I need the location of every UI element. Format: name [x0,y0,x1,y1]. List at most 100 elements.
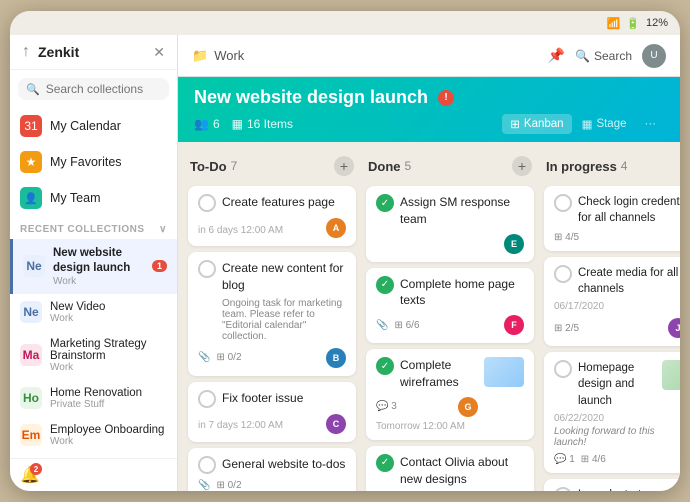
team-icon: 👤 [20,187,42,209]
sidebar-item-my-team[interactable]: 👤 My Team [10,180,177,216]
done-add-button[interactable]: + [512,156,532,176]
attach-icon: 📎 [198,352,210,363]
card-thumbnail [662,360,680,390]
sidebar-item-employee[interactable]: Em Employee Onboarding Work [10,417,177,454]
close-icon[interactable]: ✕ [153,44,165,61]
done-check: ✓ [376,194,394,212]
column-done-header: Done 5 + [366,152,534,180]
progress-tag: ⊞ 0/2 [216,480,241,491]
card-avatar: A [326,218,346,238]
bell-badge: 2 [30,463,42,475]
project-title-row: New website design launch ! [194,87,664,108]
card-meta: 06/17/2020 [554,301,680,312]
tab-kanban[interactable]: ⊞ Kanban [502,114,571,134]
card-title: Fix footer issue [222,390,303,407]
card-avatar: C [326,414,346,434]
sidebar-item-sublabel: Work [53,276,144,287]
em-icon: Em [20,424,42,446]
kanban-icon: ⊞ [510,117,520,131]
todo-add-button[interactable]: + [334,156,354,176]
column-done: Done 5 + ✓ Assign SM response team E [366,152,534,481]
card-website-todos[interactable]: General website to-dos 📎 ⊞ 0/2 [188,448,356,491]
sidebar-item-home-reno[interactable]: Ho Home Renovation Private Stuff [10,380,177,417]
progress-tag: ⊞ 0/2 [216,352,241,363]
card-contact-olivia[interactable]: ✓ Contact Olivia about new designs H [366,446,534,491]
comment-tag: 💬 3 [376,401,397,412]
sidebar-items-list: 31 My Calendar ★ My Favorites 👤 My Team … [10,108,177,458]
pin-icon[interactable]: 📌 [548,47,565,64]
breadcrumb: 📁 Work [192,48,244,64]
sidebar-item-label: New Video [50,301,167,313]
card-title: Complete wireframes [400,357,478,391]
card-assign-sm[interactable]: ✓ Assign SM response team E [366,186,534,262]
todo-checkbox[interactable] [198,390,216,408]
ma-icon: Ma [20,344,42,366]
sidebar: ↑ Zenkit ✕ 🔍 31 My Calendar ★ My Favorit… [10,35,178,491]
todo-checkbox[interactable] [554,487,572,491]
alert-badge: ! [438,90,454,106]
column-inprogress-count: 4 [621,159,628,173]
todo-checkbox[interactable] [554,360,572,378]
ne-icon: Ne [23,255,45,277]
search-button[interactable]: 🔍 Search [575,49,632,63]
card-create-features[interactable]: Create features page in 6 days 12:00 AM … [188,186,356,246]
sidebar-item-new-website[interactable]: Ne New website design launch Work 1 [10,239,177,294]
sidebar-header-left: ↑ Zenkit [22,43,79,61]
stage-icon: ▦ [582,117,593,131]
status-bar: 📶 🔋 12% [10,11,680,35]
todo-checkbox[interactable] [554,194,572,212]
notification-bell-wrapper: 🔔 2 [20,465,40,485]
column-todo-count: 7 [231,159,238,173]
card-wireframes[interactable]: ✓ Complete wireframes 💬 3 G [366,349,534,440]
sidebar-item-my-calendar[interactable]: 31 My Calendar [10,108,177,144]
card-title: Launch strategy [578,487,660,491]
attach-icon: 📎 [376,320,388,331]
breadcrumb-text: Work [214,48,244,63]
card-create-media[interactable]: Create media for all channels 06/17/2020… [544,257,680,346]
search-icon: 🔍 [26,83,40,96]
card-create-content[interactable]: Create new content for blog Ongoing task… [188,252,356,376]
todo-checkbox[interactable] [554,265,572,283]
card-meta: in 6 days 12:00 AM [198,225,283,236]
progress-tag: ⊞ 2/5 [554,323,579,334]
progress-tag: ⊞ 4/6 [581,454,606,465]
sidebar-search-box[interactable]: 🔍 [18,78,169,100]
battery-level: 12% [646,17,668,29]
sidebar-item-label: Employee Onboarding [50,424,167,436]
collapse-icon[interactable]: ∨ [159,224,167,235]
sidebar-item-my-favorites[interactable]: ★ My Favorites [10,144,177,180]
sidebar-item-label: Marketing Strategy Brainstorm [50,338,167,362]
todo-checkbox[interactable] [198,194,216,212]
todo-checkbox[interactable] [198,260,216,278]
members-count: 👥 6 [194,117,220,131]
todo-checkbox[interactable] [198,456,216,474]
column-todo-title: To-Do [190,159,227,174]
card-fix-footer[interactable]: Fix footer issue in 7 days 12:00 AM C [188,382,356,442]
sidebar-item-marketing[interactable]: Ma Marketing Strategy Brainstorm Work [10,331,177,380]
card-meta: Tomorrow 12:00 AM [376,421,524,432]
sidebar-item-label: My Team [50,191,167,205]
card-home-page-texts[interactable]: ✓ Complete home page texts 📎 ⊞ 6/6 F [366,268,534,344]
calendar-icon: 31 [20,115,42,137]
sidebar-item-label: My Calendar [50,119,167,133]
card-check-login[interactable]: Check login credentials for all channels… [544,186,680,251]
ho-icon: Ho [20,387,42,409]
column-done-title: Done [368,159,401,174]
tab-stage[interactable]: ▦ Stage [574,114,635,134]
card-thumbnail [484,357,524,387]
attach-icon: 📎 [198,480,210,491]
column-inprogress-title: In progress [546,159,617,174]
back-icon[interactable]: ↑ [22,43,30,61]
sidebar-item-label: My Favorites [50,155,167,169]
comment-tag: 💬 1 [554,454,575,465]
card-homepage-design[interactable]: Homepage design and launch 06/22/2020 Lo… [544,352,680,472]
header-actions: 📌 🔍 Search U [548,44,666,68]
more-options-button[interactable]: ··· [637,115,665,133]
notification-badge: 1 [152,260,167,272]
search-input[interactable] [46,82,161,96]
card-avatar: F [504,315,524,335]
sidebar-item-new-video[interactable]: Ne New Video Work [10,294,177,331]
members-icon: 👥 [194,117,209,131]
card-launch-strategy[interactable]: Launch strategy ⊞ 1/5 ⊞ 3/5 [544,479,680,491]
user-avatar[interactable]: U [642,44,666,68]
